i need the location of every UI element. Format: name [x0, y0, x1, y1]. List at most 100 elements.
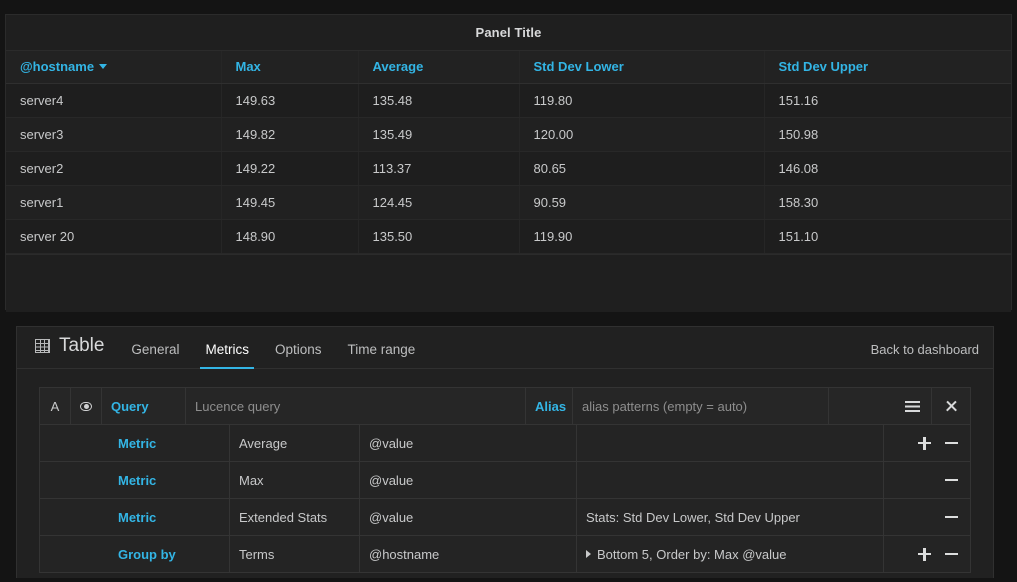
query-toggle-visibility[interactable] — [71, 388, 102, 424]
panel-empty-area — [6, 254, 1011, 312]
tab-time-range[interactable]: Time range — [334, 342, 428, 368]
group-by-row: Group by Terms @hostname Bottom 5, Order… — [40, 536, 970, 573]
table-body: server4 149.63 135.48 119.80 151.16 serv… — [6, 83, 1011, 253]
row-indent — [40, 536, 109, 572]
cell-std-dev-lower: 120.00 — [519, 117, 764, 151]
query-editor-grid: A Query Lucence query Alias alias patter… — [39, 387, 971, 573]
query-remove-button[interactable] — [932, 388, 970, 424]
column-header-hostname[interactable]: @hostname — [6, 51, 221, 83]
panel-title[interactable]: Panel Title — [6, 15, 1011, 51]
cell-average: 135.50 — [358, 219, 519, 253]
query-row-spacer — [829, 388, 894, 424]
tab-metrics[interactable]: Metrics — [192, 342, 262, 368]
cell-max: 149.45 — [221, 185, 358, 219]
metric-row: Metric Max @value — [40, 462, 970, 499]
metric-type-select[interactable]: Extended Stats — [230, 499, 360, 535]
query-label[interactable]: Query — [102, 388, 186, 424]
metric-detail[interactable]: Stats: Std Dev Lower, Std Dev Upper — [577, 499, 884, 535]
row-indent — [40, 462, 109, 498]
metric-detail[interactable] — [577, 425, 884, 461]
cell-average: 124.45 — [358, 185, 519, 219]
cell-hostname: server 20 — [6, 219, 221, 253]
query-ref-id[interactable]: A — [40, 388, 71, 424]
table-row: server4 149.63 135.48 119.80 151.16 — [6, 83, 1011, 117]
eye-icon — [80, 402, 92, 411]
close-icon — [945, 400, 958, 413]
metric-row: Metric Extended Stats @value Stats: Std … — [40, 499, 970, 536]
cell-average: 113.37 — [358, 151, 519, 185]
alias-label[interactable]: Alias — [526, 388, 573, 424]
metric-type-select[interactable]: Max — [230, 462, 360, 498]
query-input[interactable]: Lucence query — [186, 388, 526, 424]
cell-std-dev-upper: 146.08 — [764, 151, 1011, 185]
remove-metric-icon[interactable] — [945, 437, 958, 450]
column-header-average[interactable]: Average — [358, 51, 519, 83]
cell-max: 149.82 — [221, 117, 358, 151]
group-by-type-select[interactable]: Terms — [230, 536, 360, 572]
cell-max: 148.90 — [221, 219, 358, 253]
metric-row: Metric Average @value — [40, 425, 970, 462]
cell-hostname: server2 — [6, 151, 221, 185]
table-row: server2 149.22 113.37 80.65 146.08 — [6, 151, 1011, 185]
table-row: server1 149.45 124.45 90.59 158.30 — [6, 185, 1011, 219]
cell-max: 149.63 — [221, 83, 358, 117]
tab-options[interactable]: Options — [262, 342, 335, 368]
tab-general[interactable]: General — [118, 342, 192, 368]
add-group-by-icon[interactable] — [918, 548, 931, 561]
cell-std-dev-lower: 119.90 — [519, 219, 764, 253]
remove-metric-icon[interactable] — [945, 474, 958, 487]
metric-field-select[interactable]: @value — [360, 499, 577, 535]
query-row: A Query Lucence query Alias alias patter… — [40, 388, 970, 425]
cell-std-dev-upper: 158.30 — [764, 185, 1011, 219]
row-indent — [40, 499, 109, 535]
column-header-max[interactable]: Max — [221, 51, 358, 83]
group-by-row-label[interactable]: Group by — [109, 536, 230, 572]
cell-hostname: server3 — [6, 117, 221, 151]
table-row: server 20 148.90 135.50 119.90 151.10 — [6, 219, 1011, 253]
table-grid-icon — [35, 339, 50, 353]
remove-metric-icon[interactable] — [945, 511, 958, 524]
cell-std-dev-upper: 151.10 — [764, 219, 1011, 253]
column-header-std-dev-upper[interactable]: Std Dev Upper — [764, 51, 1011, 83]
cell-std-dev-lower: 90.59 — [519, 185, 764, 219]
panel-editor: Table General Metrics Options Time range… — [16, 326, 994, 578]
metric-type-select[interactable]: Average — [230, 425, 360, 461]
panel-type-indicator[interactable]: Table — [29, 335, 118, 368]
row-indent — [40, 425, 109, 461]
column-header-std-dev-lower[interactable]: Std Dev Lower — [519, 51, 764, 83]
group-by-field-select[interactable]: @hostname — [360, 536, 577, 572]
metric-row-label[interactable]: Metric — [109, 425, 230, 461]
cell-std-dev-upper: 150.98 — [764, 117, 1011, 151]
group-by-row-buttons — [884, 536, 970, 572]
data-table: @hostname Max Average Std Dev Lower Std … — [6, 51, 1011, 254]
metric-row-label[interactable]: Metric — [109, 462, 230, 498]
table-row: server3 149.82 135.49 120.00 150.98 — [6, 117, 1011, 151]
metric-row-buttons — [884, 425, 970, 461]
editor-tab-bar: Table General Metrics Options Time range… — [17, 327, 993, 369]
add-metric-icon[interactable] — [918, 437, 931, 450]
cell-hostname: server4 — [6, 83, 221, 117]
cell-hostname: server1 — [6, 185, 221, 219]
metric-field-select[interactable]: @value — [360, 425, 577, 461]
group-by-detail[interactable]: Bottom 5, Order by: Max @value — [577, 536, 884, 572]
cell-std-dev-lower: 119.80 — [519, 83, 764, 117]
hamburger-menu-icon — [905, 401, 920, 412]
cell-average: 135.49 — [358, 117, 519, 151]
back-to-dashboard-link[interactable]: Back to dashboard — [871, 342, 979, 368]
cell-std-dev-lower: 80.65 — [519, 151, 764, 185]
metric-row-buttons — [884, 499, 970, 535]
cell-std-dev-upper: 151.16 — [764, 83, 1011, 117]
metric-row-label[interactable]: Metric — [109, 499, 230, 535]
query-menu-button[interactable] — [894, 388, 932, 424]
metric-row-buttons — [884, 462, 970, 498]
table-header-row: @hostname Max Average Std Dev Lower Std … — [6, 51, 1011, 83]
metric-field-select[interactable]: @value — [360, 462, 577, 498]
expand-caret-icon — [586, 550, 591, 558]
cell-max: 149.22 — [221, 151, 358, 185]
metric-detail[interactable] — [577, 462, 884, 498]
cell-average: 135.48 — [358, 83, 519, 117]
group-by-detail-text: Bottom 5, Order by: Max @value — [597, 547, 787, 562]
alias-input[interactable]: alias patterns (empty = auto) — [573, 388, 829, 424]
remove-group-by-icon[interactable] — [945, 548, 958, 561]
table-panel: Panel Title @hostname Max Average Std De… — [5, 14, 1012, 310]
